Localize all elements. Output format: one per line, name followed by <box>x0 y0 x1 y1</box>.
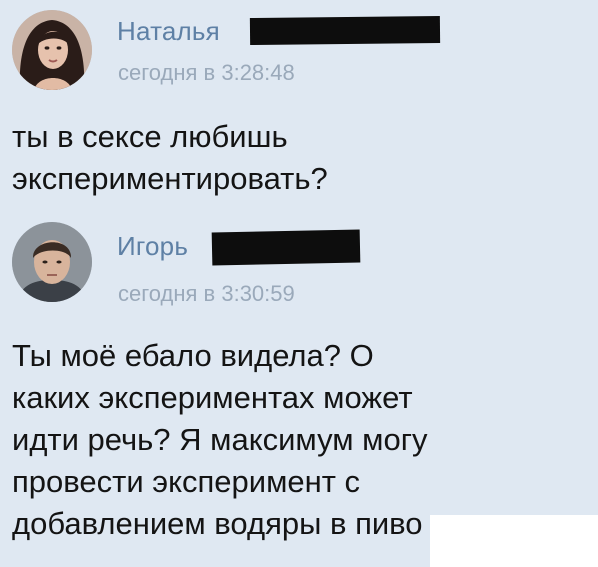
avatar-photo-igor <box>12 222 92 302</box>
timestamp[interactable]: сегодня в 3:30:59 <box>118 281 295 307</box>
cropped-corner <box>430 515 598 567</box>
avatar-igor[interactable] <box>12 222 92 302</box>
message-text: Ты моё ебало видела? О каких эксперимент… <box>12 338 428 541</box>
avatar-photo-natalya <box>12 10 92 90</box>
redaction-bar <box>249 16 441 45</box>
message-text: ты в сексе любишь экспериментировать? <box>12 119 328 196</box>
avatar-natalya[interactable] <box>12 10 92 90</box>
redaction-bar <box>211 229 361 266</box>
author-name[interactable]: Наталья <box>117 16 220 47</box>
timestamp[interactable]: сегодня в 3:28:48 <box>118 60 295 86</box>
author-name[interactable]: Игорь <box>117 231 188 262</box>
